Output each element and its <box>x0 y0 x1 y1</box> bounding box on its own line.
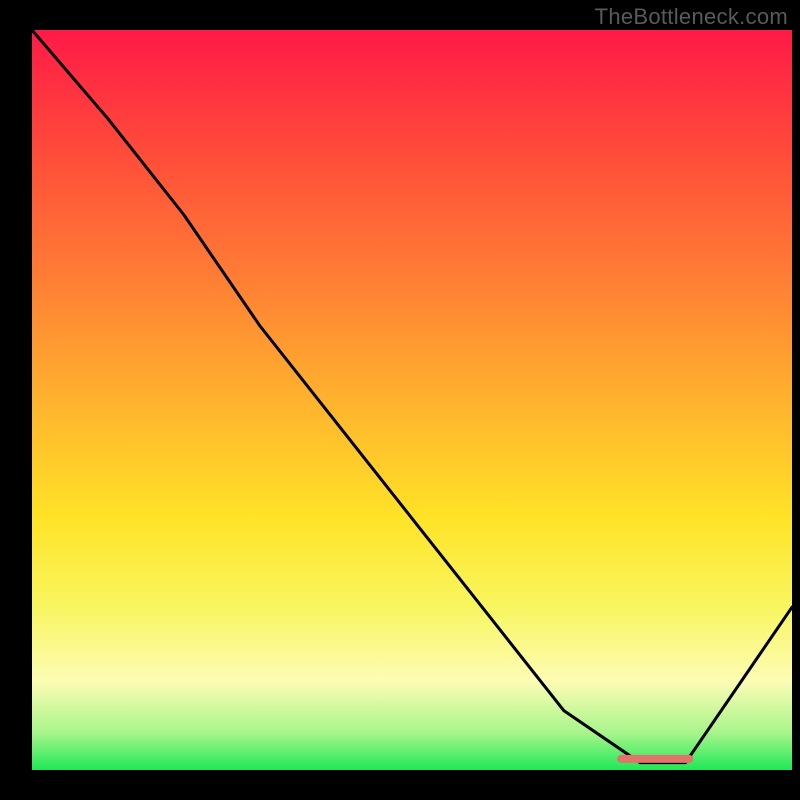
chart-frame: { "watermark": "TheBottleneck.com", "col… <box>0 0 800 800</box>
plot-background <box>32 30 792 770</box>
optimal-marker <box>617 755 693 763</box>
bottleneck-chart <box>0 0 800 800</box>
